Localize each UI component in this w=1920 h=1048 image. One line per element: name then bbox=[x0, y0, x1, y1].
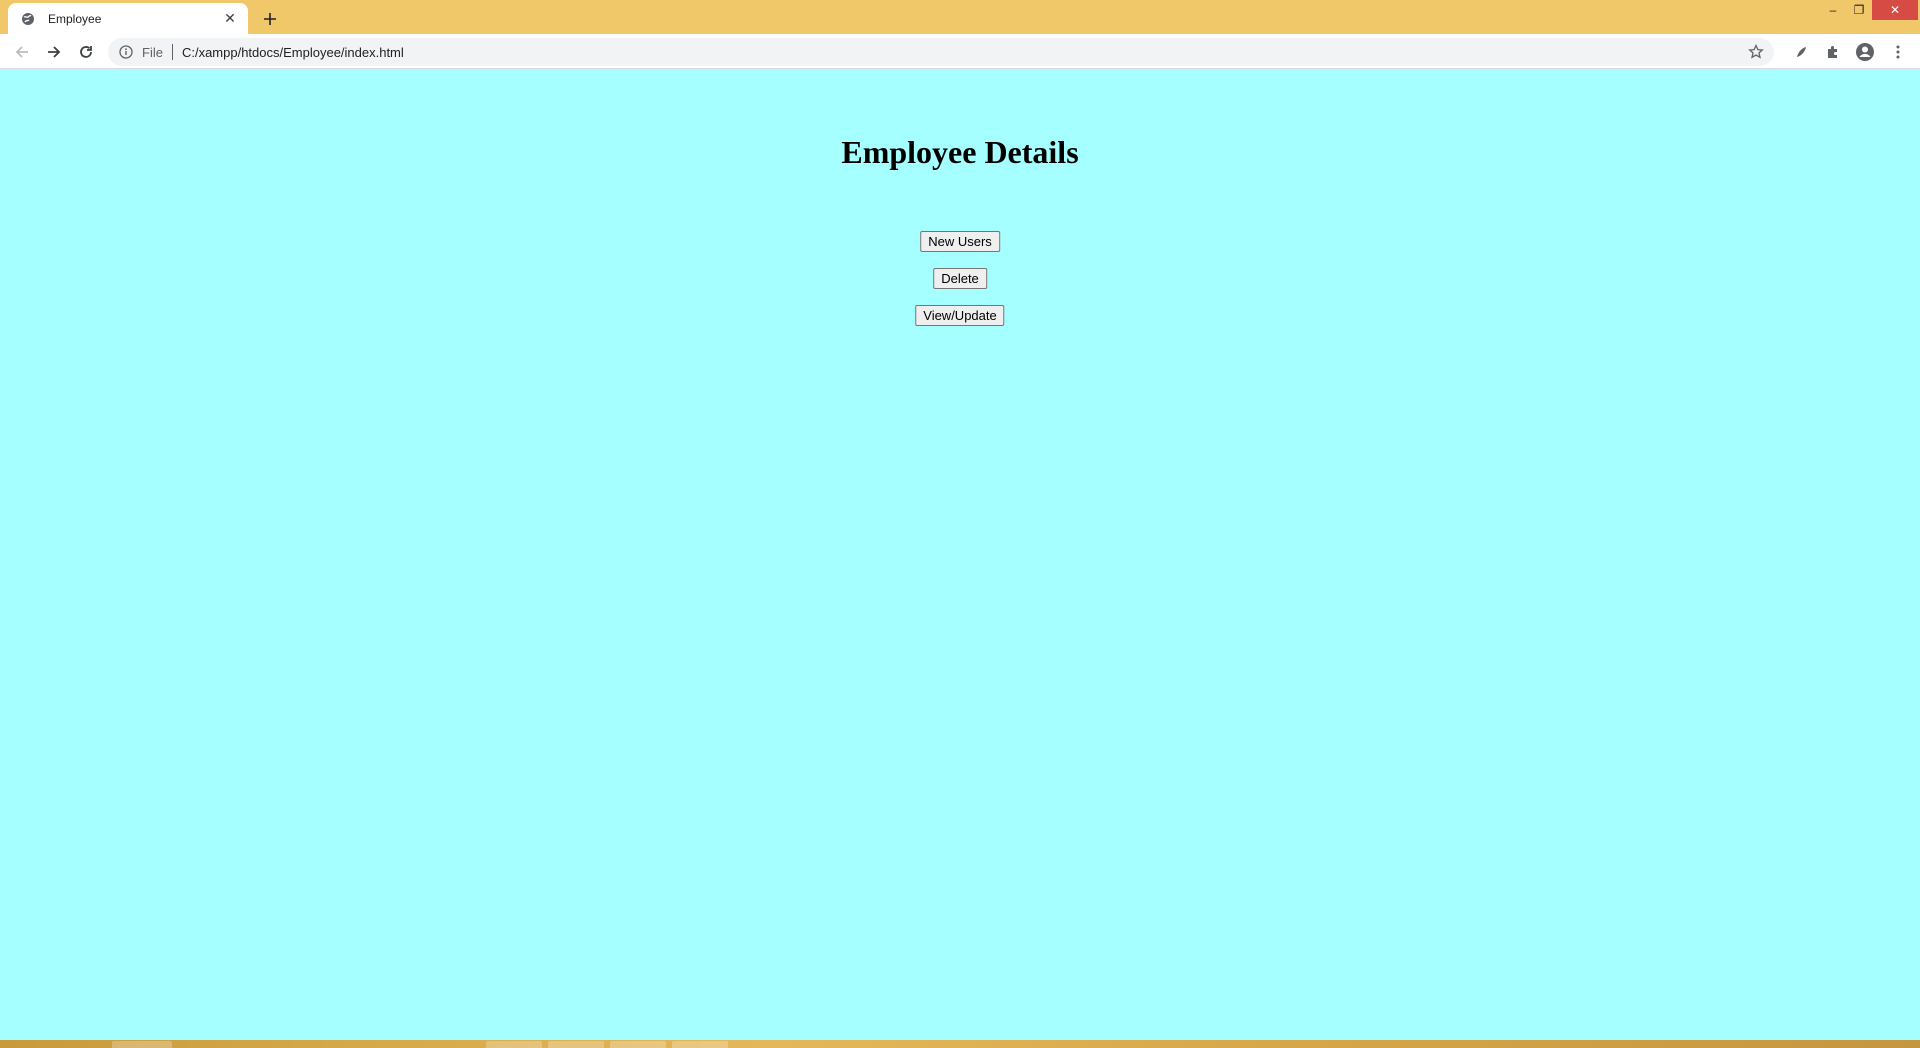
address-bar[interactable]: File C:/xampp/htdocs/Employee/index.html bbox=[108, 38, 1774, 66]
browser-tab[interactable]: Employee ✕ bbox=[8, 3, 248, 34]
delete-button[interactable]: Delete bbox=[933, 268, 987, 289]
puzzle-icon[interactable] bbox=[1819, 38, 1847, 66]
back-arrow-icon[interactable] bbox=[8, 38, 36, 66]
view-update-button[interactable]: View/Update bbox=[915, 305, 1005, 326]
new-users-button[interactable]: New Users bbox=[920, 231, 1000, 252]
window-close-button[interactable]: ✕ bbox=[1872, 0, 1918, 20]
globe-icon bbox=[20, 11, 36, 27]
tab-strip: Employee ✕ – ❐ ✕ bbox=[0, 0, 1920, 34]
taskbar-item[interactable] bbox=[548, 1041, 604, 1048]
profile-icon[interactable] bbox=[1851, 38, 1879, 66]
page-title: Employee Details bbox=[841, 134, 1079, 170]
taskbar-item[interactable] bbox=[672, 1041, 728, 1048]
url-scheme: File bbox=[142, 44, 163, 60]
kebab-menu-icon[interactable] bbox=[1884, 38, 1912, 66]
star-icon[interactable] bbox=[1742, 38, 1770, 66]
restore-button[interactable]: ❐ bbox=[1844, 0, 1874, 20]
browser-toolbar: File C:/xampp/htdocs/Employee/index.html bbox=[0, 34, 1920, 69]
info-icon[interactable] bbox=[118, 44, 134, 60]
taskbar-item[interactable] bbox=[112, 1041, 172, 1048]
os-taskbar bbox=[0, 1040, 1920, 1048]
plus-icon[interactable] bbox=[258, 7, 282, 31]
url-text[interactable]: C:/xampp/htdocs/Employee/index.html bbox=[182, 45, 1742, 60]
reload-icon[interactable] bbox=[72, 38, 100, 66]
url-separator bbox=[171, 44, 173, 60]
forward-arrow-icon[interactable] bbox=[40, 38, 68, 66]
page-content: Employee Details New Users Delete View/U… bbox=[0, 70, 1920, 1040]
taskbar-item[interactable] bbox=[610, 1041, 666, 1048]
tab-title: Employee bbox=[48, 11, 102, 26]
extension-feather-icon[interactable] bbox=[1788, 38, 1816, 66]
close-icon[interactable]: ✕ bbox=[222, 10, 238, 27]
taskbar-item[interactable] bbox=[486, 1041, 542, 1048]
